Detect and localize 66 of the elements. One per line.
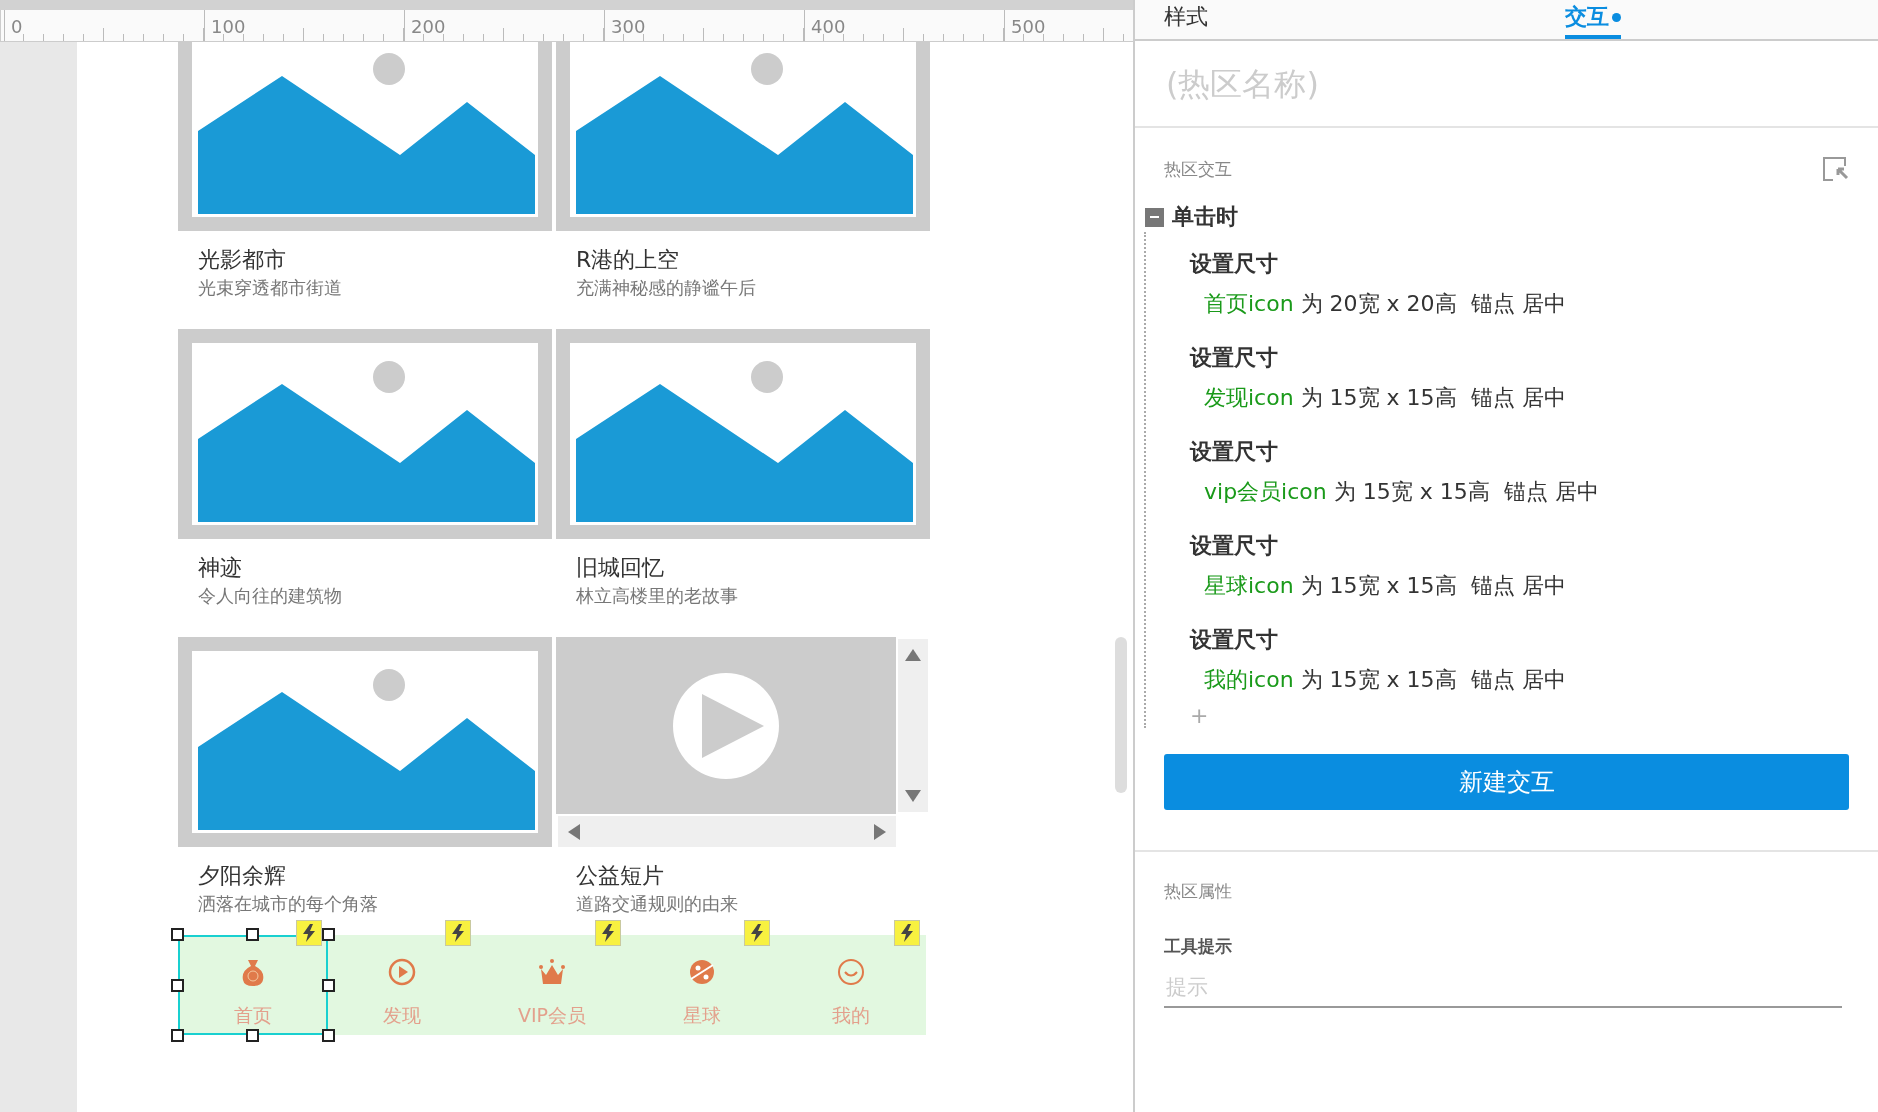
collapse-icon[interactable] bbox=[1145, 207, 1164, 227]
ruler-label: 300 bbox=[604, 10, 804, 41]
card-title: 旧城回忆 bbox=[576, 554, 664, 582]
ruler-label: 100 bbox=[204, 10, 404, 41]
lightning-icon bbox=[750, 924, 765, 942]
smile-icon bbox=[836, 957, 867, 987]
tab-bar-label: 发现 bbox=[383, 1003, 422, 1027]
card-title: 光影都市 bbox=[198, 246, 286, 274]
card-subtitle: 道路交通规则的由来 bbox=[576, 892, 738, 916]
card-subtitle: 充满神秘感的静谧午后 bbox=[576, 276, 756, 300]
card-title: 夕阳余辉 bbox=[198, 862, 286, 890]
card-subtitle: 林立高楼里的老故事 bbox=[576, 584, 738, 608]
action-detail: 首页icon 为 20宽 x 20高 锚点 居中 bbox=[1204, 290, 1566, 318]
field-label: 工具提示 bbox=[1164, 935, 1232, 958]
card-subtitle: 令人向往的建筑物 bbox=[198, 584, 342, 608]
crown-icon bbox=[537, 957, 567, 987]
ruler-label: 200 bbox=[404, 10, 604, 41]
action-name: 设置尺寸 bbox=[1190, 344, 1278, 372]
interaction-badge[interactable] bbox=[744, 920, 771, 946]
tab-bar-item[interactable]: 首页 bbox=[178, 935, 328, 1035]
action-name: 设置尺寸 bbox=[1190, 250, 1278, 278]
action-detail: vip会员icon 为 15宽 x 15高 锚点 居中 bbox=[1204, 478, 1599, 506]
card-title: 神迹 bbox=[198, 554, 242, 582]
scrollbar-thumb[interactable] bbox=[1115, 637, 1127, 793]
panel-tab[interactable]: 交互 bbox=[1565, 0, 1621, 39]
action-detail: 发现icon 为 15宽 x 15高 锚点 居中 bbox=[1204, 384, 1566, 412]
vertical-scrollbar[interactable] bbox=[898, 639, 928, 812]
expand-icon[interactable] bbox=[1823, 157, 1849, 181]
tab-bar-label: VIP会员 bbox=[517, 1003, 586, 1027]
play-circle-icon bbox=[387, 957, 418, 987]
tab-bar-item[interactable]: VIP会员 bbox=[477, 935, 627, 1035]
action-detail: 星球icon 为 15宽 x 15高 锚点 居中 bbox=[1204, 572, 1566, 600]
lightning-icon bbox=[600, 924, 615, 942]
new-interaction-button[interactable]: 新建交互 bbox=[1164, 754, 1849, 810]
scroll-right-icon[interactable] bbox=[874, 823, 886, 840]
card-title: R港的上空 bbox=[576, 246, 680, 274]
tab-bar-label: 首页 bbox=[233, 1003, 272, 1027]
lightning-icon bbox=[301, 924, 316, 942]
ruler-label: 400 bbox=[804, 10, 1004, 41]
section-title: 热区交互 bbox=[1164, 157, 1232, 181]
scroll-down-icon[interactable] bbox=[905, 790, 921, 802]
card-subtitle: 洒落在城市的每个角落 bbox=[198, 892, 378, 916]
add-action-link[interactable]: + bbox=[1190, 704, 1209, 728]
scroll-left-icon[interactable] bbox=[568, 823, 580, 840]
section-title: 热区属性 bbox=[1164, 880, 1232, 903]
action-name: 设置尺寸 bbox=[1190, 532, 1278, 560]
tab-bar-label: 我的 bbox=[832, 1003, 871, 1027]
ruler-label: 0 bbox=[4, 10, 204, 41]
interaction-badge[interactable] bbox=[295, 920, 322, 946]
horizontal-scrollbar[interactable] bbox=[558, 816, 896, 847]
event-name: 单击时 bbox=[1172, 203, 1238, 231]
lightning-icon bbox=[899, 924, 914, 942]
interaction-badge[interactable] bbox=[594, 920, 621, 946]
card-subtitle: 光束穿透都市街道 bbox=[198, 276, 342, 300]
tab-bar-item[interactable]: 星球 bbox=[626, 935, 777, 1035]
action-name: 设置尺寸 bbox=[1190, 438, 1278, 466]
scroll-up-icon[interactable] bbox=[905, 649, 921, 661]
lightning-icon bbox=[451, 924, 466, 942]
card-title: 公益短片 bbox=[576, 862, 664, 890]
tab-bar-item[interactable]: 发现 bbox=[327, 935, 478, 1035]
tab-bar-label: 星球 bbox=[682, 1003, 721, 1027]
action-detail: 我的icon 为 15宽 x 15高 锚点 居中 bbox=[1204, 666, 1566, 694]
interaction-badge[interactable] bbox=[445, 920, 472, 946]
action-name: 设置尺寸 bbox=[1190, 626, 1278, 654]
tab-bar-item[interactable]: 我的 bbox=[776, 935, 926, 1035]
interaction-badge[interactable] bbox=[893, 920, 920, 946]
